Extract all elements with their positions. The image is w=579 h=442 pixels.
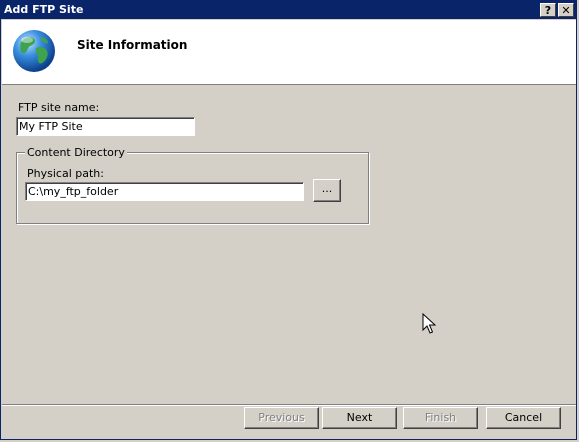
wizard-header: Site Information bbox=[2, 20, 576, 85]
mouse-pointer-icon bbox=[422, 313, 436, 334]
help-button[interactable]: ? bbox=[540, 3, 556, 17]
site-name-label: FTP site name: bbox=[18, 101, 100, 114]
globe-icon bbox=[13, 30, 55, 72]
footer-separator bbox=[2, 404, 576, 406]
browse-button[interactable]: ... bbox=[313, 179, 341, 202]
title-bar[interactable]: Add FTP Site ? ✕ bbox=[1, 1, 576, 19]
cancel-button[interactable]: Cancel bbox=[486, 407, 561, 429]
next-button[interactable]: Next bbox=[322, 407, 397, 429]
header-title: Site Information bbox=[77, 38, 188, 52]
add-ftp-site-dialog: Add FTP Site ? ✕ Site Information FTP si… bbox=[0, 0, 577, 440]
site-name-input[interactable]: My FTP Site bbox=[16, 117, 195, 136]
window-title: Add FTP Site bbox=[4, 3, 84, 16]
physical-path-label: Physical path: bbox=[27, 167, 104, 180]
close-icon: ✕ bbox=[561, 4, 571, 17]
physical-path-input[interactable]: C:\my_ftp_folder bbox=[25, 182, 304, 201]
close-button[interactable]: ✕ bbox=[558, 3, 574, 17]
content-directory-label: Content Directory bbox=[25, 146, 127, 159]
previous-button[interactable]: Previous bbox=[244, 407, 319, 429]
help-icon: ? bbox=[544, 4, 552, 17]
finish-button[interactable]: Finish bbox=[403, 407, 478, 429]
